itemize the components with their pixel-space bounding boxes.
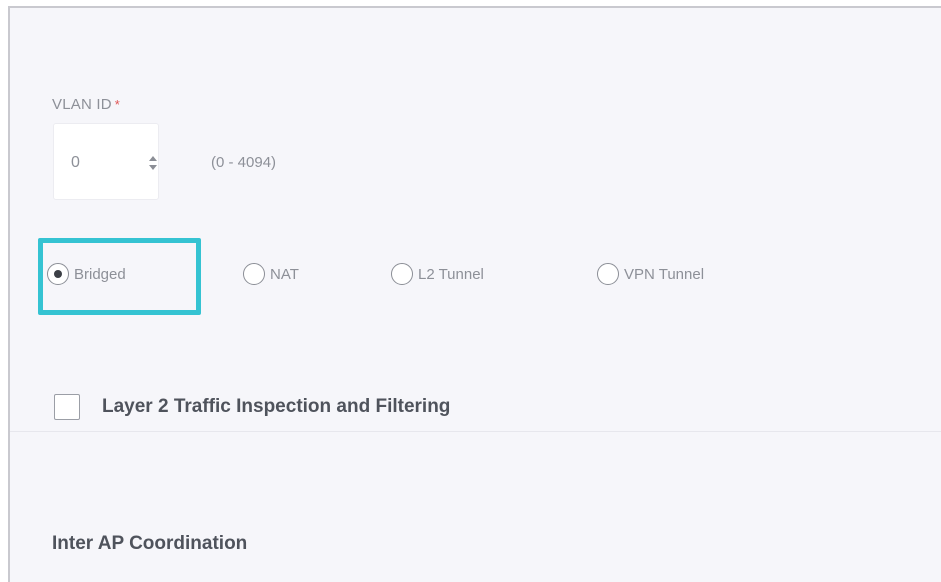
radio-selected-icon xyxy=(47,263,69,285)
radio-unselected-icon xyxy=(597,263,619,285)
vlan-id-stepper[interactable]: 0 xyxy=(53,123,159,200)
layer2-filtering-label: Layer 2 Traffic Inspection and Filtering xyxy=(102,396,451,417)
radio-nat[interactable]: NAT xyxy=(243,263,299,285)
radio-vpn-tunnel[interactable]: VPN Tunnel xyxy=(597,263,704,285)
radio-bridged[interactable]: Bridged xyxy=(47,263,126,285)
radio-bridged-label: Bridged xyxy=(74,265,126,283)
inter-ap-coordination-title: Inter AP Coordination xyxy=(52,533,248,554)
radio-nat-label: NAT xyxy=(270,265,299,283)
required-marker: * xyxy=(114,97,121,112)
ssid-settings-panel: VLAN ID * 0 (0 - 4094) Bridged NAT L2 Tun… xyxy=(8,6,941,582)
radio-l2-tunnel[interactable]: L2 Tunnel xyxy=(391,263,484,285)
layer2-filtering-checkbox-row[interactable]: Layer 2 Traffic Inspection and Filtering xyxy=(54,394,450,420)
radio-dot-icon xyxy=(54,270,62,278)
vlan-id-value[interactable]: 0 xyxy=(71,154,80,172)
radio-unselected-icon xyxy=(243,263,265,285)
layer2-filtering-checkbox[interactable] xyxy=(54,394,80,420)
spin-arrows-icon[interactable] xyxy=(146,152,160,174)
radio-unselected-icon xyxy=(391,263,413,285)
vlan-range-hint: (0 - 4094) xyxy=(211,154,277,171)
radio-vpn-tunnel-label: VPN Tunnel xyxy=(624,265,705,283)
radio-l2-tunnel-label: L2 Tunnel xyxy=(418,265,484,283)
vlan-id-label: VLAN ID * xyxy=(52,96,120,113)
section-divider xyxy=(10,431,941,432)
vlan-id-label-text: VLAN ID xyxy=(52,96,112,113)
